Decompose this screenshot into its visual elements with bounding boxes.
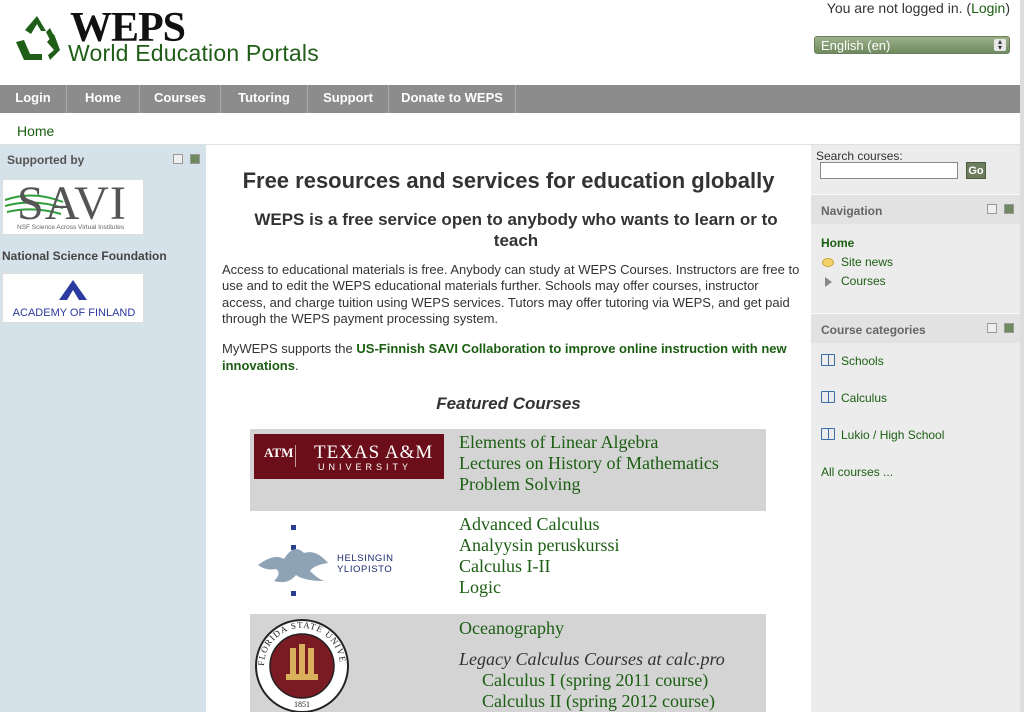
collapse-icon[interactable] <box>987 323 997 333</box>
category-calculus[interactable]: Calculus <box>841 391 887 405</box>
savi-logo-tagline: NSF Science Across Virtual Institutes <box>17 224 125 231</box>
right-sidebar: Search courses: Go Navigation Home Site … <box>811 145 1020 712</box>
dock-icon[interactable] <box>1004 323 1014 333</box>
course-link[interactable]: Advanced Calculus <box>459 514 620 535</box>
language-select[interactable]: English (en) ▴ ▾ <box>814 36 1010 54</box>
savi-logo-text: SAVI <box>17 177 127 230</box>
myweps-prefix: MyWEPS supports the <box>222 341 357 356</box>
nav-login[interactable]: Login <box>0 85 67 113</box>
navigation-block-header: Navigation <box>811 194 1020 224</box>
helsinki-course-list: Advanced Calculus Analyysin peruskurssi … <box>459 514 620 598</box>
featured-courses-title: Featured Courses <box>436 394 581 413</box>
category-lukio-high-school[interactable]: Lukio / High School <box>841 428 944 442</box>
nav-tree-site-news[interactable]: Site news <box>841 255 893 269</box>
navigation-title: Navigation <box>821 204 883 218</box>
dock-icon[interactable] <box>1004 204 1014 214</box>
featured-row-helsinki: HELSINGIN YLIOPISTO Advanced Calculus An… <box>250 511 766 614</box>
academy-logo-text: ACADEMY OF FINLAND <box>12 307 136 319</box>
course-link[interactable]: Calculus I (spring 2011 course) <box>459 670 725 691</box>
login-status: You are not logged in. (Login) <box>827 0 1010 16</box>
course-categories-title: Course categories <box>821 323 926 337</box>
category-schools[interactable]: Schools <box>841 354 884 368</box>
breadcrumb-home[interactable]: Home <box>17 123 54 139</box>
page-header: WEPS World Education Portals You are not… <box>0 0 1024 85</box>
breadcrumb-bar: Home <box>0 113 1020 145</box>
search-courses-input[interactable] <box>820 162 958 179</box>
updown-arrows-icon: ▴ ▾ <box>994 38 1006 52</box>
savi-logo[interactable]: SAVI NSF Science Across Virtual Institut… <box>2 177 144 235</box>
logo-subtitle: World Education Portals <box>68 40 319 66</box>
nsf-label: National Science Foundation <box>2 249 167 263</box>
book-icon <box>821 428 835 440</box>
course-link[interactable]: Oceanography <box>459 618 725 639</box>
course-categories-header: Course categories <box>811 313 1020 343</box>
tamu-logo-sub: UNIVERSITY <box>318 462 413 472</box>
expand-arrow-icon[interactable] <box>825 277 832 287</box>
login-status-prefix: You are not logged in. ( <box>826 0 972 16</box>
course-link[interactable]: Analyysin peruskurssi <box>459 535 620 556</box>
fsu-course-list: Oceanography Legacy Calculus Courses at … <box>459 618 725 712</box>
academy-of-finland-logo[interactable]: ACADEMY OF FINLAND <box>2 273 144 323</box>
featured-row-fsu: FLORIDA STATE UNIVERSITY 1851 Oceanograp… <box>250 614 766 712</box>
recycle-icon <box>16 16 60 60</box>
intro-paragraph: Access to educational materials is free.… <box>222 262 800 326</box>
main-content: Free resources and services for educatio… <box>206 145 811 712</box>
course-link[interactable]: Problem Solving <box>459 474 719 495</box>
myweps-suffix: . <box>294 358 299 373</box>
course-link[interactable]: Calculus I-II <box>459 556 620 577</box>
fsu-seal-icon[interactable]: FLORIDA STATE UNIVERSITY 1851 <box>254 618 350 712</box>
nav-tree-home[interactable]: Home <box>821 236 854 250</box>
course-link[interactable]: Lectures on History of Mathematics <box>459 453 719 474</box>
tamu-logo[interactable]: ATM TEXAS A&M UNIVERSITY <box>254 434 444 479</box>
login-status-suffix: ) <box>1005 0 1010 16</box>
collapse-icon[interactable] <box>173 154 183 164</box>
helsinki-logo-text: HELSINGIN YLIOPISTO <box>337 553 394 575</box>
weps-logo[interactable]: WEPS World Education Portals <box>10 5 340 72</box>
book-icon <box>821 391 835 403</box>
page-subtitle: WEPS is a free service open to anybody w… <box>254 210 778 250</box>
page-title: Free resources and services for educatio… <box>242 168 775 193</box>
all-courses-link[interactable]: All courses ... <box>821 465 893 479</box>
login-link[interactable]: Login <box>971 0 1005 16</box>
nav-donate[interactable]: Donate to WEPS <box>389 85 516 113</box>
collapse-icon[interactable] <box>987 204 997 214</box>
language-select-value: English (en) <box>821 38 891 53</box>
course-link[interactable]: Elements of Linear Algebra <box>459 432 719 453</box>
nav-courses[interactable]: Courses <box>140 85 221 113</box>
helsinki-logo[interactable]: HELSINGIN YLIOPISTO <box>254 523 444 603</box>
page-scrollbar[interactable] <box>1020 0 1024 712</box>
nav-support[interactable]: Support <box>308 85 389 113</box>
course-link[interactable]: Logic <box>459 577 620 598</box>
myweps-paragraph: MyWEPS supports the US-Finnish SAVI Coll… <box>222 340 802 374</box>
featured-row-tamu: ATM TEXAS A&M UNIVERSITY Elements of Lin… <box>250 429 766 511</box>
nav-tree-courses[interactable]: Courses <box>841 274 886 288</box>
main-navbar: Login Home Courses Tutoring Support Dona… <box>0 85 1020 113</box>
dock-icon[interactable] <box>190 154 200 164</box>
legacy-courses-label: Legacy Calculus Courses at calc.pro <box>459 649 725 669</box>
tamu-mark: ATM <box>264 445 296 467</box>
tamu-course-list: Elements of Linear Algebra Lectures on H… <box>459 432 719 495</box>
course-link[interactable]: Calculus II (spring 2012 course) <box>459 691 725 712</box>
left-sidebar: Supported by SAVI NSF Science Across Vir… <box>0 145 206 712</box>
nav-tutoring[interactable]: Tutoring <box>221 85 308 113</box>
fsu-year: 1851 <box>294 700 310 709</box>
tamu-logo-text: TEXAS A&M <box>314 442 434 463</box>
supported-by-title: Supported by <box>7 153 85 167</box>
book-icon <box>821 354 835 366</box>
speech-bubble-icon <box>822 258 834 267</box>
search-label: Search courses: <box>816 149 903 163</box>
academy-triangle-icon <box>59 280 87 300</box>
search-go-button[interactable]: Go <box>966 162 986 179</box>
nav-home[interactable]: Home <box>67 85 140 113</box>
